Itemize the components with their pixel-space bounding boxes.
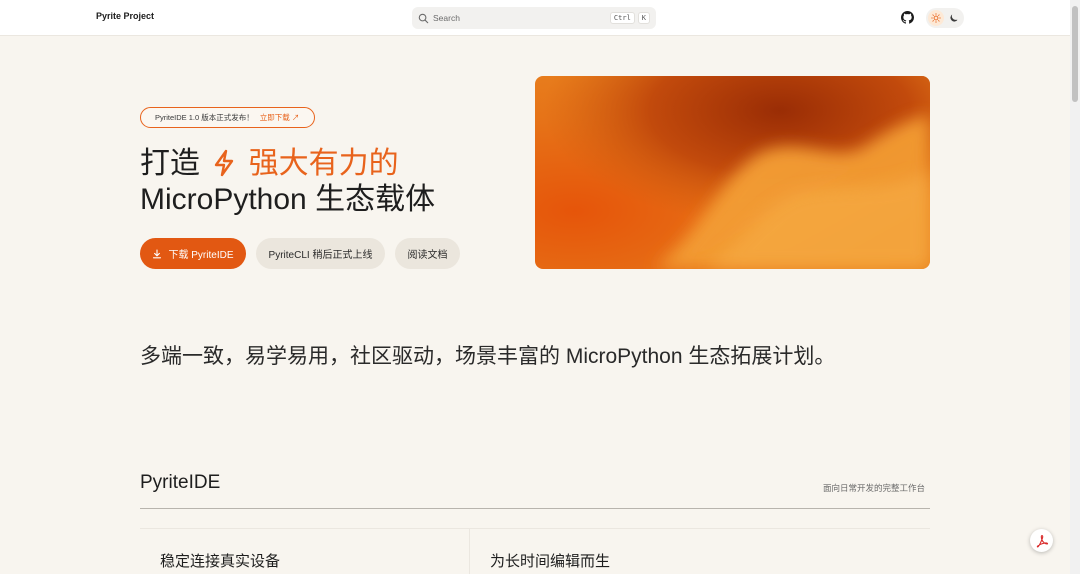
hero-title-prefix: 打造 [140, 147, 200, 180]
shortcut-key-ctrl: Ctrl [609, 12, 635, 24]
hero-title-line1: 打造 强大有力的 [140, 146, 435, 182]
download-icon [153, 248, 162, 258]
section-subtitle: 面向日常开发的完整工作台 [823, 483, 926, 493]
lightning-bolt-icon [215, 149, 234, 177]
announcement-pill[interactable]: PyriteIDE 1.0 版本正式发布！ 立即下载 ↗ [140, 107, 315, 128]
pyritecli-button[interactable]: PyriteCLI 稍后正式上线 [256, 238, 385, 269]
download-button-label: 下载 PyriteIDE [168, 250, 234, 261]
github-icon[interactable] [901, 11, 914, 24]
read-docs-button-label: 阅读文档 [407, 250, 448, 261]
hero-title-highlight: 强大有力的 [248, 147, 399, 180]
section-title: PyriteIDE [140, 472, 221, 493]
card-title-device-connection: 稳定连接真实设备 [160, 553, 281, 570]
read-docs-button[interactable]: 阅读文档 [395, 238, 460, 269]
floating-pdf-button[interactable] [1030, 529, 1053, 552]
pyritecli-button-label: PyriteCLI 稍后正式上线 [268, 250, 373, 261]
hero-gradient-image [535, 76, 930, 269]
download-pyriteide-button[interactable]: 下载 PyriteIDE [140, 238, 246, 269]
sun-icon [931, 13, 941, 23]
tagline-text: 多端一致，易学易用，社区驱动，场景丰富的 MicroPython 生态拓展计划。 [140, 345, 836, 368]
cards-vertical-divider [469, 528, 470, 574]
section-divider [140, 508, 930, 509]
search-icon [418, 13, 429, 23]
page-scrollbar[interactable] [1070, 0, 1080, 574]
search-box[interactable]: Search Ctrl K [412, 7, 656, 29]
shortcut-key-k: K [637, 12, 650, 24]
announcement-link[interactable]: 立即下载 ↗ [260, 112, 300, 123]
moon-icon[interactable] [949, 13, 959, 23]
theme-toggle[interactable] [926, 8, 964, 28]
theme-light-option[interactable] [928, 10, 944, 26]
scrollbar-thumb[interactable] [1072, 6, 1078, 102]
card-title-long-editing: 为长时间编辑而生 [490, 553, 611, 570]
cards-top-border [140, 528, 930, 529]
announcement-text: PyriteIDE 1.0 版本正式发布！ [155, 113, 254, 122]
pdf-icon [1036, 534, 1048, 547]
search-placeholder: Search [433, 13, 460, 23]
brand-logo-text[interactable]: Pyrite Project [96, 11, 154, 21]
top-navigation-bar: Pyrite Project Search Ctrl K [0, 0, 1070, 36]
hero-title: 打造 强大有力的 MicroPython 生态载体 [140, 146, 435, 218]
hero-title-line2: MicroPython 生态载体 [140, 183, 436, 216]
